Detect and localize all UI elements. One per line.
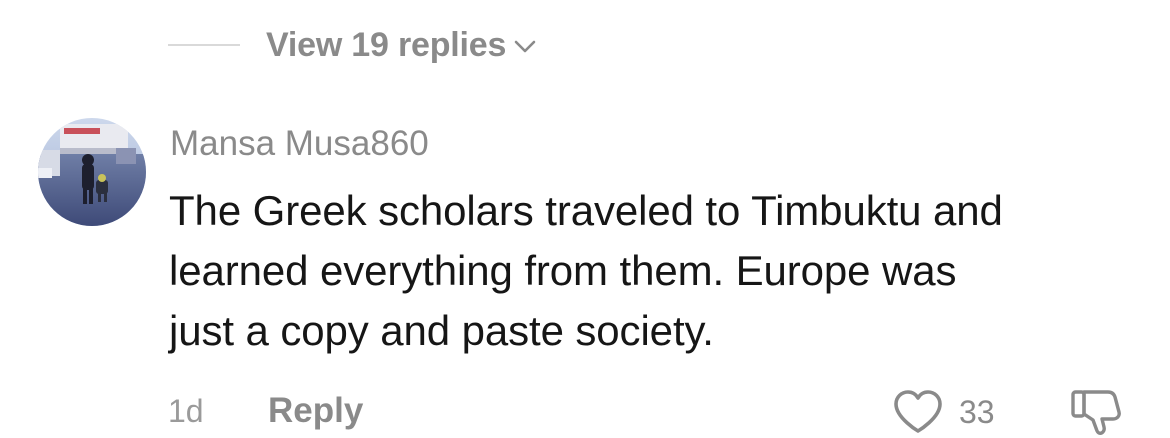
reply-button[interactable]: Reply: [268, 389, 363, 433]
comment-text-line: just a copy and paste society.: [169, 307, 714, 354]
comment-text-line: learned everything from them. Europe was: [169, 247, 957, 294]
view-replies-button[interactable]: View 19 replies: [168, 22, 538, 68]
comment-timestamp: 1d: [168, 393, 204, 429]
view-replies-label: View 19 replies: [266, 25, 507, 64]
heart-outline-icon: [894, 390, 942, 433]
dislike-button[interactable]: [1068, 386, 1124, 438]
chevron-down-icon: [514, 40, 536, 53]
replies-divider: [168, 44, 240, 46]
thumbs-down-icon: [1071, 390, 1121, 435]
like-button[interactable]: 33: [891, 388, 995, 436]
comment-text: The Greek scholars traveled to Timbuktu …: [169, 181, 1129, 361]
comment-text-line: The Greek scholars traveled to Timbuktu …: [169, 187, 1003, 234]
comment-username[interactable]: Mansa Musa860: [170, 122, 429, 166]
like-count: 33: [959, 394, 995, 430]
avatar[interactable]: [38, 118, 146, 226]
comment-thread: View 19 replies Mansa Musa860 The Greek …: [0, 0, 1170, 438]
